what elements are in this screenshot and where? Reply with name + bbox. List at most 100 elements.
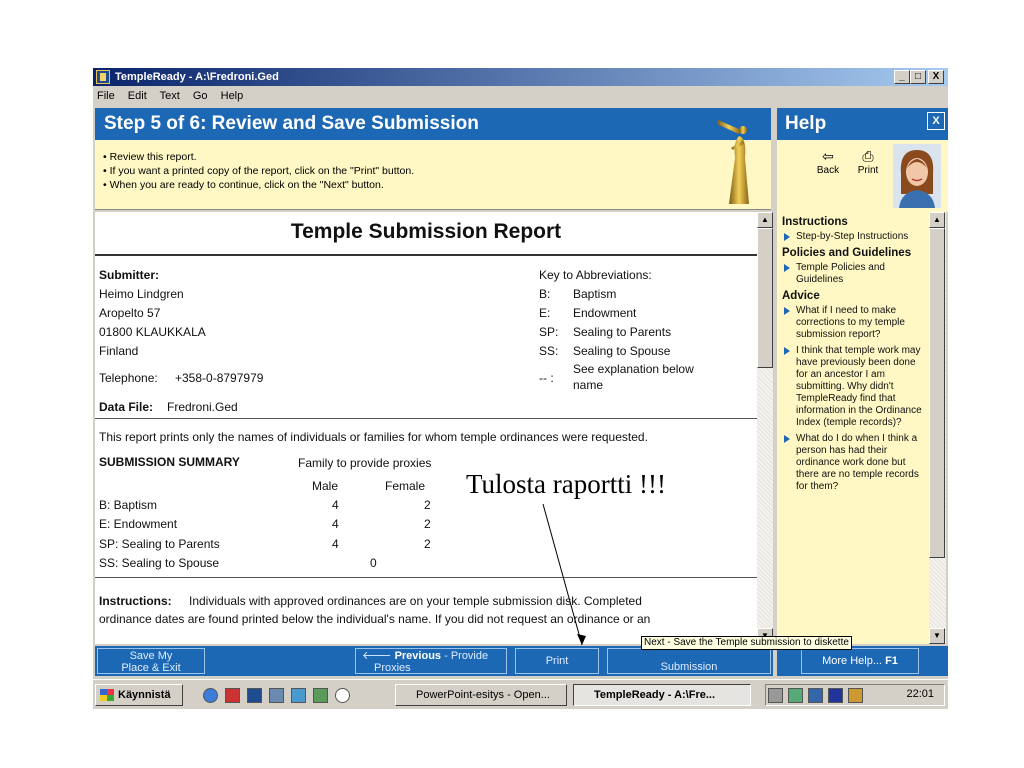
report-scrollbar[interactable]: ▲ ▼ xyxy=(757,212,773,644)
angel-moroni-icon xyxy=(717,120,749,204)
help-link-previous-work[interactable]: I think that temple work may have previo… xyxy=(777,345,929,429)
key-meaning: Endowment xyxy=(573,306,637,320)
previous-label: Previous xyxy=(394,650,442,662)
key-code: -- : xyxy=(539,371,554,385)
print-button[interactable]: Print xyxy=(515,648,599,674)
help-section-title: Policies and Guidelines xyxy=(782,247,912,259)
scroll-up-icon[interactable]: ▲ xyxy=(757,212,773,228)
more-help-label: More Help... xyxy=(822,655,882,667)
scroll-up-icon[interactable]: ▲ xyxy=(929,212,945,228)
col-female: Female xyxy=(385,479,426,493)
print-report-annotation: Tulosta raportti !!! xyxy=(466,469,666,499)
instruction-line: • When you are ready to continue, click … xyxy=(103,179,384,191)
help-link-no-records[interactable]: What do I do when I think a person has h… xyxy=(777,433,929,493)
help-back-button[interactable]: ⇦ Back xyxy=(813,148,843,176)
data-file-label: Data File: xyxy=(99,400,154,414)
summary-row-label: B: Baptism xyxy=(99,498,158,512)
start-button[interactable]: Käynnistä xyxy=(95,684,183,706)
instructions-text: Individuals with approved ordinances are… xyxy=(189,594,642,608)
help-link-step-by-step[interactable]: Step-by-Step Instructions xyxy=(777,231,929,243)
submitter-name: Heimo Lindgren xyxy=(99,287,184,301)
app-shortcut-icon[interactable] xyxy=(313,688,328,703)
network-icon[interactable] xyxy=(788,688,803,703)
submitter-country: Finland xyxy=(99,344,139,358)
acrobat-icon[interactable] xyxy=(225,688,240,703)
next-label: Submission xyxy=(660,661,718,673)
help-close-button[interactable]: X xyxy=(927,112,945,130)
help-link-corrections[interactable]: What if I need to make corrections to my… xyxy=(777,305,929,341)
task-powerpoint[interactable]: PowerPoint-esitys - Open... xyxy=(395,684,567,706)
help-back-label: Back xyxy=(816,165,840,176)
menu-help[interactable]: Help xyxy=(221,90,244,102)
instructions-text: ordinance dates are found printed below … xyxy=(99,612,651,626)
save-and-exit-button[interactable]: Save My Place & Exit xyxy=(97,648,205,674)
menu-text[interactable]: Text xyxy=(160,90,180,102)
tray-app-icon[interactable] xyxy=(848,688,863,703)
telephone-value: +358-0-8797979 xyxy=(175,371,264,385)
taskbar: Käynnistä PowerPoint-esitys - Open... Te… xyxy=(93,679,948,709)
help-nav-bar: More Help... F1 xyxy=(777,646,948,676)
help-section-title: Advice xyxy=(782,290,820,302)
help-title-text: Help xyxy=(785,113,827,134)
save-label: Place & Exit xyxy=(121,662,181,674)
menu-go[interactable]: Go xyxy=(193,90,208,102)
help-print-button[interactable]: ⎙ Print xyxy=(853,148,883,176)
instructions-label: Instructions: xyxy=(99,594,172,608)
printer-icon: ⎙ xyxy=(862,148,874,164)
telephone-label: Telephone: xyxy=(99,371,158,385)
more-help-button[interactable]: More Help... F1 xyxy=(801,648,919,674)
task-templeready[interactable]: TempleReady - A:\Fre... xyxy=(573,684,751,706)
scroll-thumb[interactable] xyxy=(929,228,945,558)
submitter-postal: 01800 KLAUKKALA xyxy=(99,325,206,339)
submitter-address: Aropelto 57 xyxy=(99,306,161,320)
help-scrollbar[interactable]: ▲ ▼ xyxy=(929,212,946,644)
key-meaning: Sealing to Parents xyxy=(573,325,672,339)
help-title: Help X xyxy=(777,108,948,140)
next-button[interactable]: Submission xyxy=(607,648,771,674)
submission-report: Temple Submission Report Submitter: Heim… xyxy=(95,212,757,644)
step-title: Step 5 of 6: Review and Save Submission xyxy=(95,108,771,140)
start-label: Käynnistä xyxy=(118,689,171,701)
back-arrow-icon: ⇦ xyxy=(822,148,834,164)
key-meaning: See explanation below xyxy=(573,362,694,376)
maximize-button[interactable]: □ xyxy=(910,70,926,84)
help-link-policies[interactable]: Temple Policies and Guidelines xyxy=(777,262,929,286)
scroll-thumb[interactable] xyxy=(757,228,773,368)
summary-male-count: 4 xyxy=(332,517,339,531)
help-section-title: Instructions xyxy=(782,216,848,228)
app-shortcut-icon[interactable] xyxy=(269,688,284,703)
summary-female-count: 2 xyxy=(424,537,431,551)
summary-female-count: 2 xyxy=(424,517,431,531)
language-icon[interactable] xyxy=(828,688,843,703)
summary-family-header: Family to provide proxies xyxy=(298,456,432,470)
app-shortcut-icon[interactable] xyxy=(335,688,350,703)
key-meaning: Baptism xyxy=(573,287,617,301)
menu-file[interactable]: File xyxy=(97,90,115,102)
summary-row-label: E: Endowment xyxy=(99,517,178,531)
previous-button[interactable]: 🡐 Previous - Provide Proxies xyxy=(355,648,507,674)
help-assistant-avatar xyxy=(893,144,941,208)
speaker-icon[interactable] xyxy=(768,688,783,703)
minimize-button[interactable]: _ xyxy=(894,70,910,84)
summary-title: SUBMISSION SUMMARY xyxy=(99,455,240,469)
templeready-app-icon xyxy=(96,70,110,84)
key-code: E: xyxy=(539,306,551,320)
key-meaning: name xyxy=(573,378,604,392)
internet-explorer-icon[interactable] xyxy=(203,688,218,703)
close-window-button[interactable]: X xyxy=(928,70,944,84)
previous-label: Proxies xyxy=(374,662,411,674)
scroll-down-icon[interactable]: ▼ xyxy=(929,628,945,644)
summary-female-count: 2 xyxy=(424,498,431,512)
templeready-icon[interactable] xyxy=(247,688,262,703)
help-content: Instructions Step-by-Step Instructions P… xyxy=(777,212,929,644)
key-code: B: xyxy=(539,287,551,301)
app-shortcut-icon[interactable] xyxy=(291,688,306,703)
menu-edit[interactable]: Edit xyxy=(128,90,147,102)
instruction-line: • If you want a printed copy of the repo… xyxy=(103,165,415,177)
app-window: TempleReady - A:\Fredroni.Ged _ □ X File… xyxy=(93,68,948,709)
title-bar[interactable]: TempleReady - A:\Fredroni.Ged _ □ X xyxy=(93,68,948,86)
submitter-label: Submitter: xyxy=(99,268,159,282)
wizard-nav-bar: Save My Place & Exit 🡐 Previous - Provid… xyxy=(95,646,773,676)
previous-label: - Provide xyxy=(444,650,489,662)
keyboard-icon[interactable] xyxy=(808,688,823,703)
